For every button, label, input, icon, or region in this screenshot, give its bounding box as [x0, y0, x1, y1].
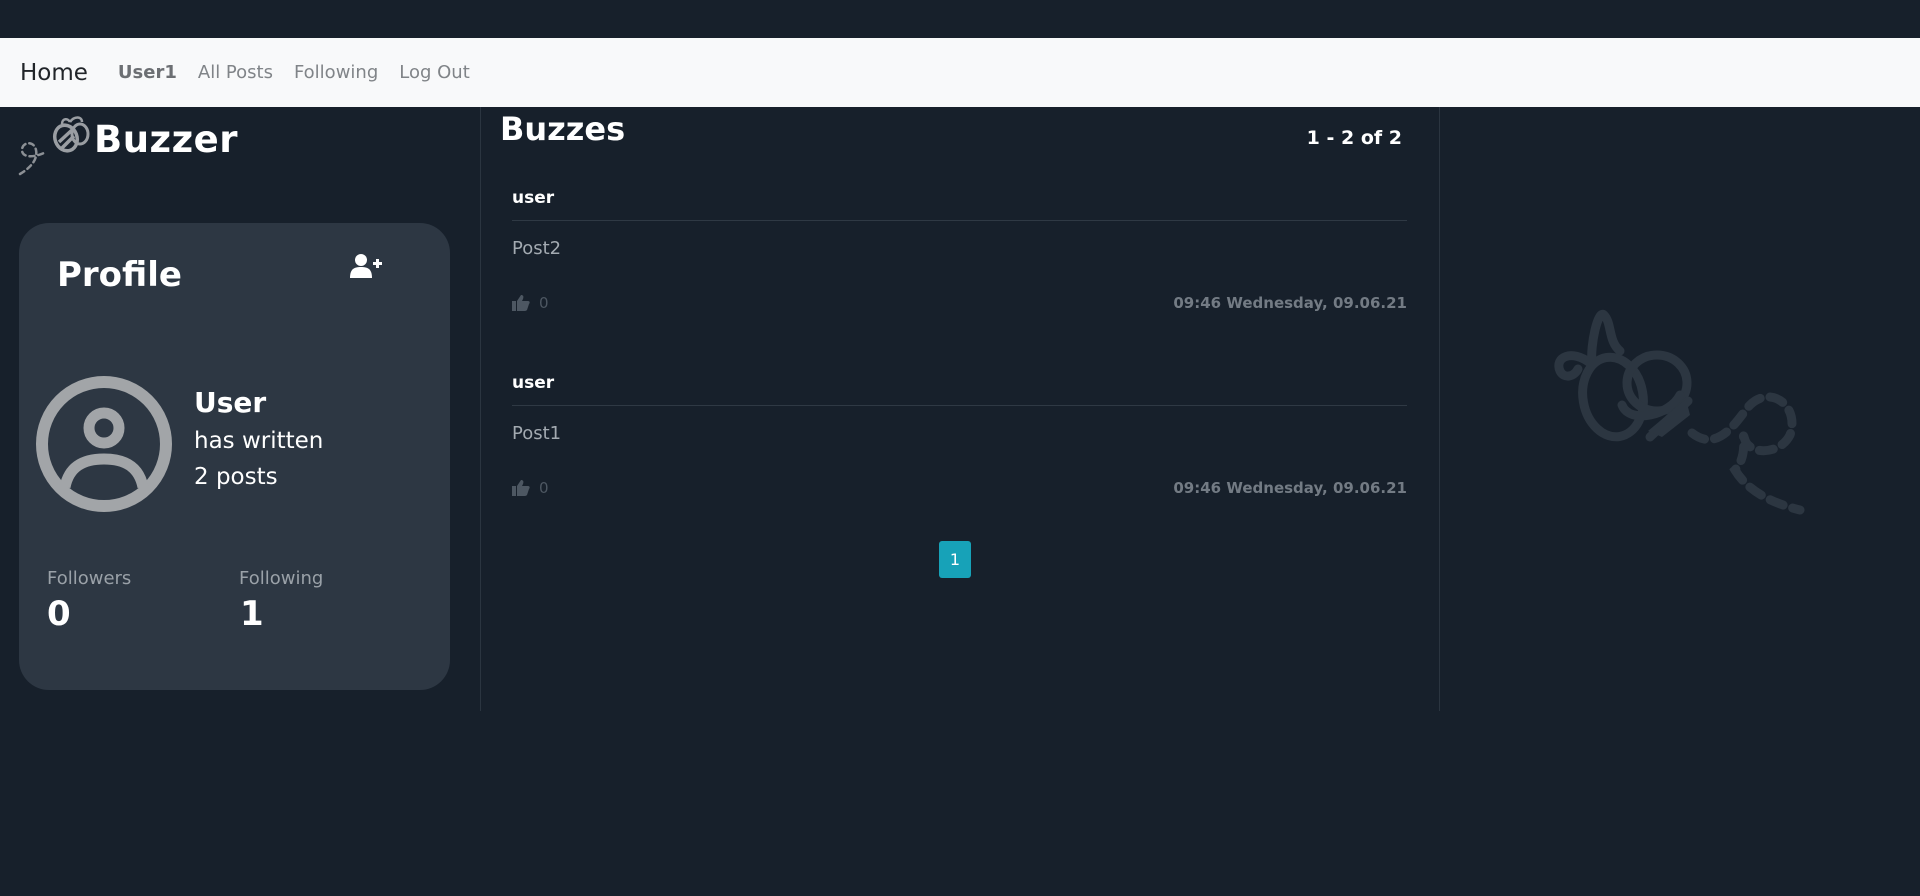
follow-button[interactable] [350, 253, 386, 283]
nav-home-link[interactable]: Home [20, 60, 88, 86]
followers-count: 0 [47, 594, 71, 634]
top-navbar: Home User1 All Posts Following Log Out [0, 38, 1920, 107]
post-divider [512, 405, 1407, 406]
post-author[interactable]: user [512, 188, 554, 208]
bee-decoration-icon [1554, 310, 1805, 515]
like-count: 0 [539, 479, 549, 497]
following-count: 1 [240, 594, 264, 634]
pagination-page-1[interactable]: 1 [939, 541, 971, 578]
following-label: Following [239, 568, 324, 589]
column-divider-left [480, 107, 481, 711]
nav-following-link[interactable]: Following [294, 62, 378, 83]
post-timestamp: 09:46 Wednesday, 09.06.21 [1173, 294, 1407, 312]
post-author[interactable]: user [512, 373, 554, 393]
profile-heading: Profile [57, 255, 182, 295]
bee-icon [18, 116, 90, 176]
app-logo: Buzzer [16, 112, 256, 182]
nav-user-link[interactable]: User1 [118, 62, 177, 83]
thumbs-up-icon[interactable] [512, 479, 530, 497]
nav-all-posts-link[interactable]: All Posts [198, 62, 273, 83]
profile-card: Profile User has written 2 posts Followe… [19, 223, 450, 690]
thumbs-up-icon[interactable] [512, 294, 530, 312]
post-card: user Post1 0 09:46 Wednesday, 09.06.21 [512, 373, 1407, 538]
feed-range: 1 - 2 of 2 [1306, 127, 1402, 149]
feed-title: Buzzes [500, 110, 626, 148]
user-circle-icon [36, 376, 172, 512]
post-text: Post1 [512, 423, 562, 444]
profile-username: User [194, 386, 267, 419]
profile-post-count: 2 posts [194, 464, 278, 490]
user-plus-icon [350, 254, 382, 278]
nav-logout-link[interactable]: Log Out [399, 62, 470, 83]
post-card: user Post2 0 09:46 Wednesday, 09.06.21 [512, 188, 1407, 353]
app-title: Buzzer [94, 118, 238, 161]
post-timestamp: 09:46 Wednesday, 09.06.21 [1173, 479, 1407, 497]
profile-written-label: has written [194, 428, 324, 454]
column-divider-right [1439, 107, 1440, 711]
like-count: 0 [539, 294, 549, 312]
post-text: Post2 [512, 238, 562, 259]
post-divider [512, 220, 1407, 221]
followers-label: Followers [47, 568, 132, 589]
